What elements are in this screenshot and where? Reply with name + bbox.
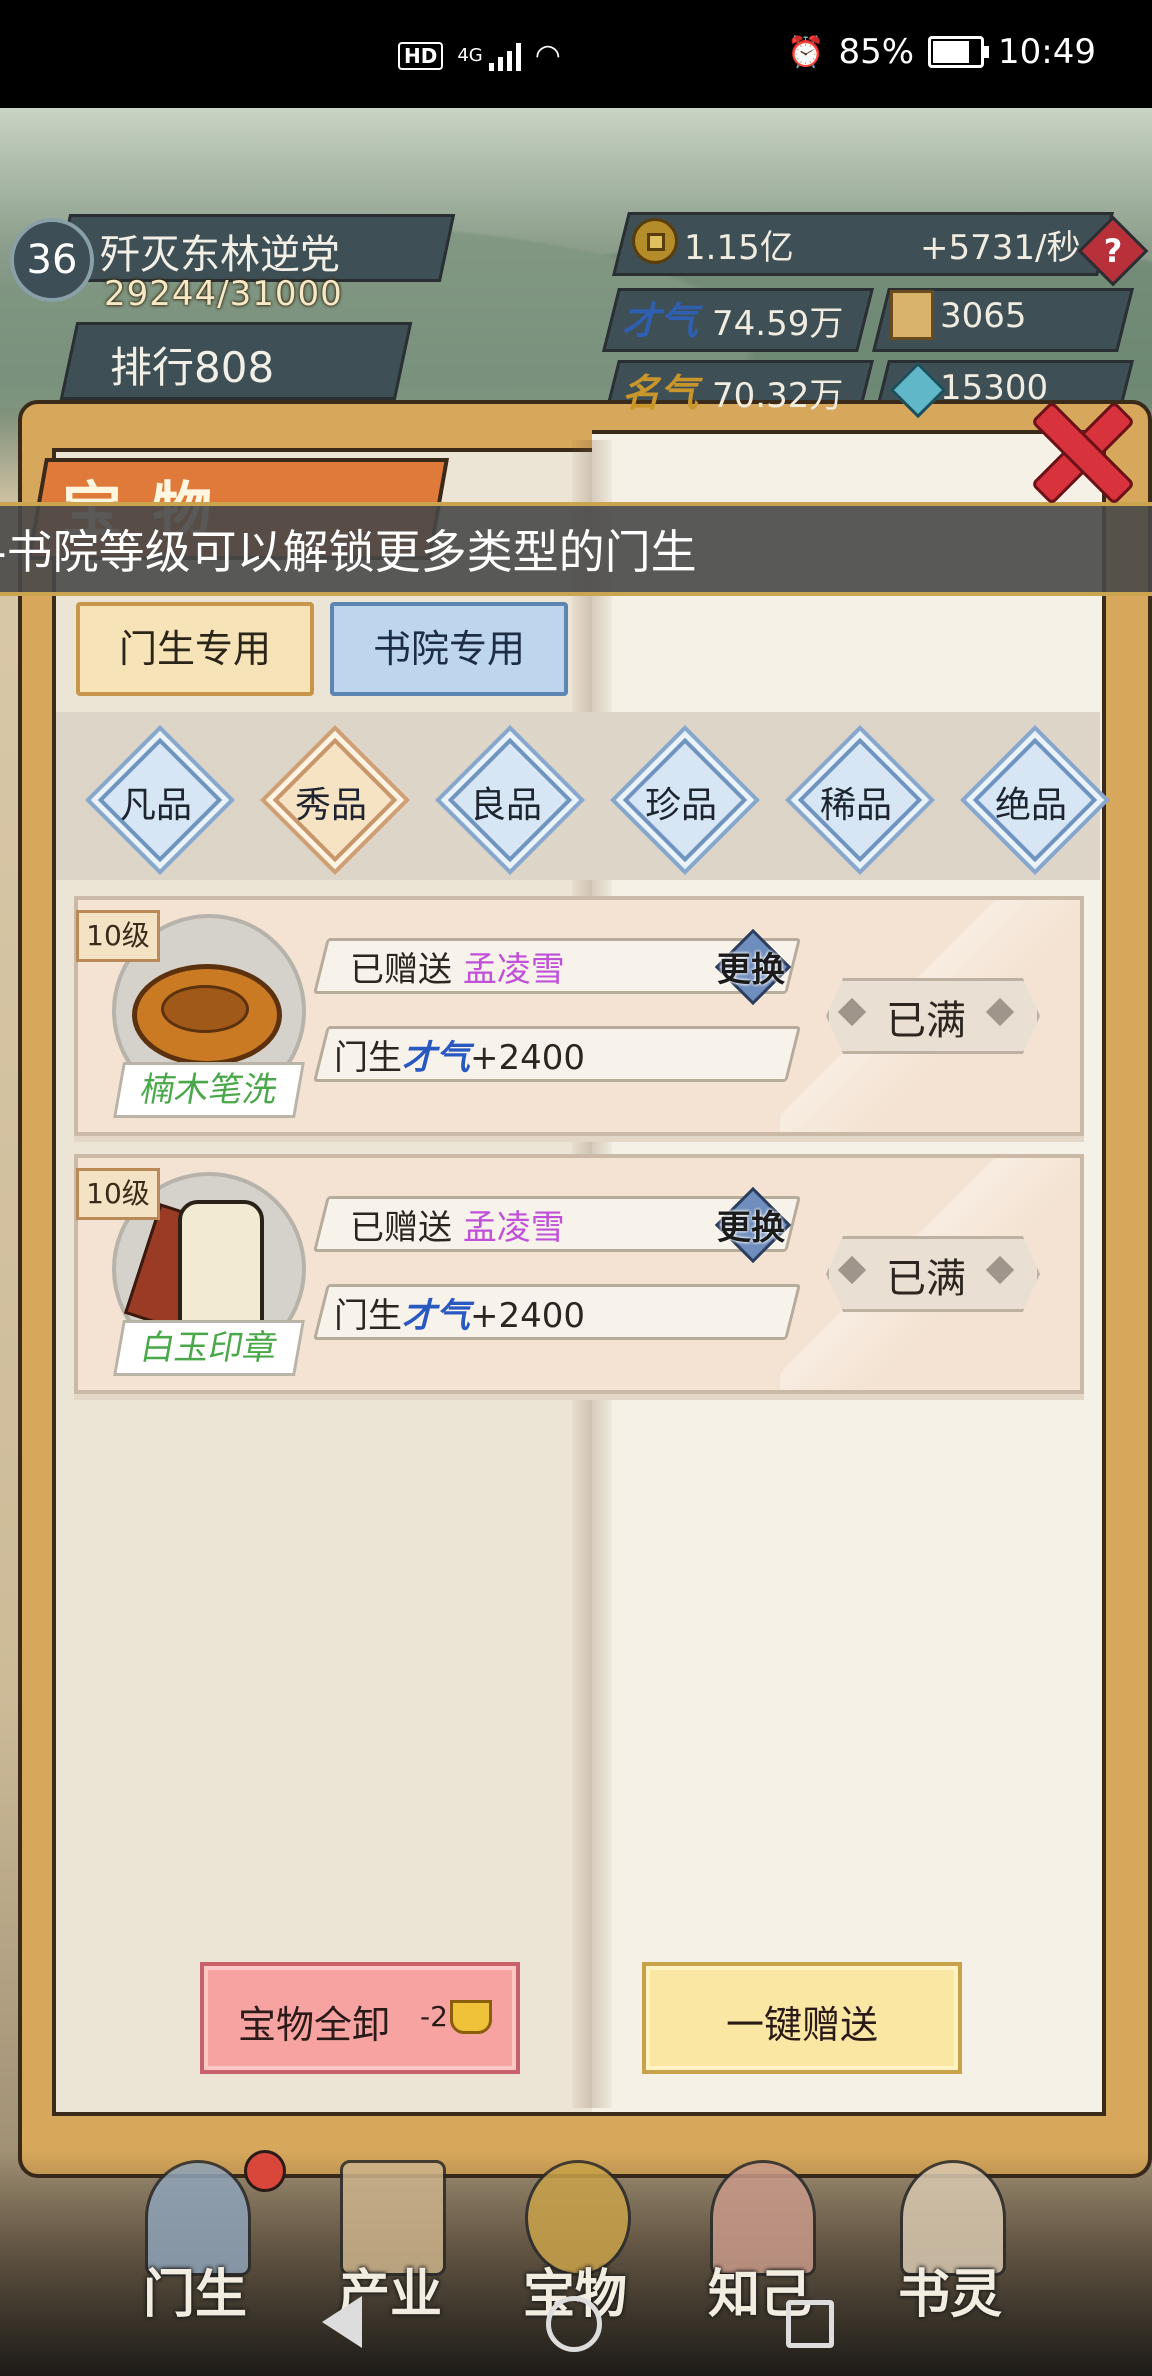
status-right: ⏰ 85% 10:49 [787,32,1096,72]
gold-ingot-icon [450,2000,492,2034]
item-name: 白玉印章 [113,1320,305,1376]
rank-label: 排行 [110,343,195,392]
unequip-all-button[interactable]: 宝物全卸 -2 [200,1962,520,2074]
unequip-cost: -2 [420,2000,448,2033]
talent-mini-icon: 才气 [402,1296,470,1336]
grade-filter-common[interactable]: 凡品 [97,737,223,863]
coin-icon [632,218,678,264]
gifted-text: 已赠送 孟凌雪 [350,950,565,990]
full-status-label: 已满 [886,1256,966,1302]
battery-icon [928,36,990,68]
full-status-label: 已满 [886,998,966,1044]
network-type: 4G [457,45,483,66]
notification-dot [244,2150,286,2192]
item-level-tag: 10级 [76,1168,160,1220]
grade-filter-fine[interactable]: 秀品 [272,737,398,863]
talent-mini-icon: 才气 [402,1038,470,1078]
grade-filter-unique[interactable]: 绝品 [972,737,1098,863]
grade-filter-precious[interactable]: 珍品 [622,737,748,863]
rank-value: 808 [194,343,275,392]
jade-seal-icon [178,1200,264,1326]
gifted-text: 已赠送 孟凌雪 [350,1208,565,1248]
bonus-text: 门生才气+2400 [334,1296,586,1336]
system-nav-bar [0,2268,1152,2376]
quest-title: 歼灭东林逆党 [100,232,340,278]
tab-academy-exclusive[interactable]: 书院专用 [330,602,568,696]
book-value: 3065 [940,296,1027,336]
wifi-icon: ◠ [534,38,561,73]
signal-icon [488,41,521,71]
rank-display: 排行808 [110,334,274,395]
grade-filter-rare[interactable]: 稀品 [797,737,923,863]
grade-filter-good[interactable]: 良品 [447,737,573,863]
close-button[interactable] [1018,388,1138,508]
fame-icon: 名气 [622,371,699,415]
gifted-to-name: 孟凌雪 [462,950,565,990]
unequip-all-label: 宝物全卸 [238,2003,391,2047]
talent-value: 74.59万 [712,304,844,344]
notice-text: -书院等级可以解锁更多类型的门生 [0,525,697,579]
talent-icon: 才气 [622,299,699,343]
coin-rate: +5731/秒 [920,228,1081,268]
bonus-text: 门生才气+2400 [334,1038,586,1078]
hd-badge: HD [398,41,444,70]
player-level: 36 [10,218,94,302]
tab-disciple-exclusive[interactable]: 门生专用 [76,602,314,696]
quest-progress: 29244/31000 [104,274,343,314]
item-level-tag: 10级 [76,910,160,962]
clock: 10:49 [998,32,1096,72]
battery-percent: 85% [838,32,915,72]
fame-value: 70.32万 [712,376,844,416]
recent-apps-icon[interactable] [786,2300,834,2348]
gifted-to-name: 孟凌雪 [462,1208,565,1248]
back-icon[interactable] [312,2290,376,2354]
item-name: 楠木笔洗 [113,1062,305,1118]
gift-all-button[interactable]: 一键赠送 [642,1962,962,2074]
swap-button[interactable]: 更换 [714,928,792,1006]
home-icon[interactable] [546,2296,602,2352]
status-bar: HD 4G ◠ ⏰ 85% 10:49 [0,0,1152,108]
swap-button[interactable]: 更换 [714,1186,792,1264]
gift-all-label: 一键赠送 [725,2003,878,2047]
status-left: HD 4G ◠ [398,38,561,73]
coin-value: 1.15亿 [684,228,794,268]
wooden-brush-washer-icon [132,964,282,1066]
book-icon [890,290,934,340]
alarm-icon: ⏰ [787,34,825,70]
